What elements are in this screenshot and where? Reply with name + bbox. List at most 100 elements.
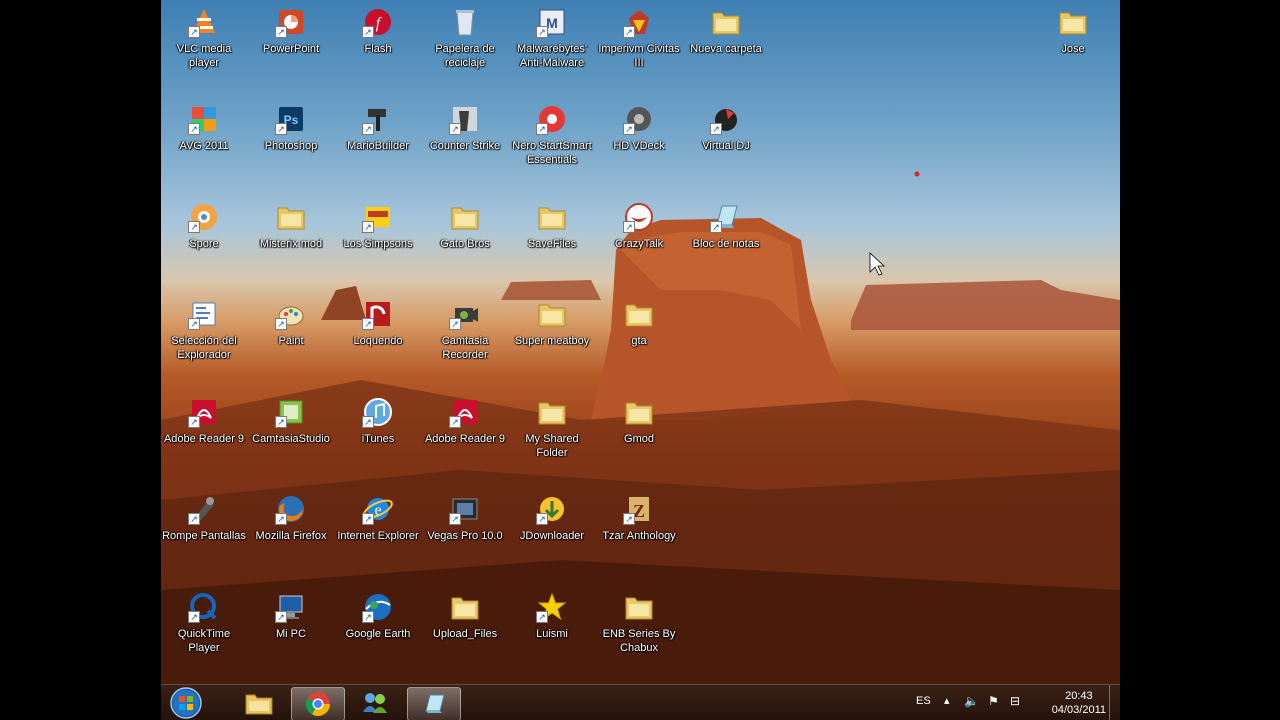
taskbar-chrome-button[interactable] xyxy=(291,687,345,720)
desktop-icon-camtasia-recorder[interactable]: ↗ Camtasia Recorder xyxy=(422,292,508,384)
desktop-icon-label: Internet Explorer xyxy=(337,530,419,542)
desktop-icon-label: PowerPoint xyxy=(262,43,320,55)
desktop-icon-nero-startsmart-essentials[interactable]: ↗ Nero StartSmart Essentials xyxy=(509,97,595,189)
shortcut-arrow-icon: ↗ xyxy=(362,318,374,330)
desktop-icon-adobe-reader-9[interactable]: ↗ Adobe Reader 9 xyxy=(422,390,508,482)
desktop-icon-savefiles[interactable]: SaveFiles xyxy=(509,195,595,287)
shortcut-arrow-icon: ↗ xyxy=(275,513,287,525)
camtasia-recorder-icon: ↗ xyxy=(449,298,481,330)
desktop-icon-selecci-n-del-explorador[interactable]: ↗ Selección del Explorador xyxy=(161,292,247,384)
language-indicator[interactable]: ES xyxy=(916,695,931,707)
shortcut-arrow-icon: ↗ xyxy=(188,416,200,428)
desktop-icon-misterix-mod[interactable]: Misterix mod xyxy=(248,195,334,287)
adobe-reader-icon: ↗ xyxy=(449,396,481,428)
taskbar-messenger-button[interactable] xyxy=(349,687,401,719)
desktop-icon-gta[interactable]: gta xyxy=(596,292,682,384)
network-icon[interactable]: ⊟ xyxy=(1010,694,1020,708)
desktop-icon-nueva-carpeta[interactable]: Nueva carpeta xyxy=(683,0,769,92)
desktop-icon-imperivm-civitas-iii[interactable]: ↗ Imperivm Civitas III xyxy=(596,0,682,92)
shortcut-arrow-icon: ↗ xyxy=(362,221,374,233)
vlc-icon: ↗ xyxy=(188,6,220,38)
desktop-icon-camtasiastudio[interactable]: ↗ CamtasiaStudio xyxy=(248,390,334,482)
desktop-icon-internet-explorer[interactable]: e ↗ Internet Explorer xyxy=(335,487,421,579)
jdownloader-icon: ↗ xyxy=(536,493,568,525)
desktop-icon-rompe-pantallas[interactable]: ↗ Rompe Pantallas xyxy=(161,487,247,579)
shortcut-arrow-icon: ↗ xyxy=(362,611,374,623)
folder-icon xyxy=(275,201,307,233)
desktop-icon-paint[interactable]: ↗ Paint xyxy=(248,292,334,384)
desktop-icon-label: Spore xyxy=(189,238,219,250)
desktop-icon-papelera-de-reciclaje[interactable]: Papelera de reciclaje xyxy=(422,0,508,92)
desktop-icon-crazytalk[interactable]: ↗ CrazyTalk xyxy=(596,195,682,287)
desktop-icon-label: VLC media player xyxy=(176,43,232,69)
clock[interactable]: 20:43 04/03/2011 xyxy=(1052,689,1106,717)
windows-logo-icon xyxy=(170,687,202,719)
desktop-icon-my-shared-folder[interactable]: My Shared Folder xyxy=(509,390,595,482)
desktop-icon-label: Counter Strike xyxy=(429,140,501,152)
shortcut-arrow-icon: ↗ xyxy=(710,123,722,135)
shortcut-arrow-icon: ↗ xyxy=(188,26,200,38)
desktop-icon-loquendo[interactable]: ↗ Loquendo xyxy=(335,292,421,384)
desktop-icon-mozilla-firefox[interactable]: ↗ Mozilla Firefox xyxy=(248,487,334,579)
desktop-icon-gato-bros[interactable]: Gato Bros xyxy=(422,195,508,287)
desktop-icon-mi-pc[interactable]: ↗ Mi PC xyxy=(248,585,334,677)
desktop-icon-virtual-dj[interactable]: ↗ Virtual DJ xyxy=(683,97,769,189)
desktop-icon-label: Flash xyxy=(364,43,392,55)
taskbar-notepad-button[interactable] xyxy=(407,687,461,720)
desktop-icon-itunes[interactable]: ↗ iTunes xyxy=(335,390,421,482)
shortcut-arrow-icon: ↗ xyxy=(188,513,200,525)
desktop-icon-label: My Shared Folder xyxy=(525,433,579,459)
show-hidden-icons-icon[interactable]: ▴ xyxy=(944,694,950,707)
shortcut-arrow-icon: ↗ xyxy=(536,513,548,525)
nero-icon: ↗ xyxy=(536,103,568,135)
taskbar-explorer-button[interactable] xyxy=(233,687,285,719)
volume-icon[interactable]: 🔈 xyxy=(964,694,979,708)
desktop-icon-flash[interactable]: f ↗ Flash xyxy=(335,0,421,92)
desktop-icon-photoshop[interactable]: Ps ↗ Photoshop xyxy=(248,97,334,189)
folder-icon xyxy=(536,201,568,233)
desktop-icon-vlc-media-player[interactable]: ↗ VLC media player xyxy=(161,0,247,92)
counter-strike-icon: ↗ xyxy=(449,103,481,135)
folder-icon xyxy=(1057,6,1089,38)
desktop-icon-jdownloader[interactable]: ↗ JDownloader xyxy=(509,487,595,579)
start-button[interactable] xyxy=(166,686,206,720)
desktop-icon-vegas-pro-10-0[interactable]: ↗ Vegas Pro 10.0 xyxy=(422,487,508,579)
desktop-icon-label: Gato Bros xyxy=(440,238,490,250)
quicktime-icon: ↗ xyxy=(188,591,220,623)
desktop-icon-google-earth[interactable]: ↗ Google Earth xyxy=(335,585,421,677)
desktop-icon-label: CamtasiaStudio xyxy=(252,433,330,445)
desktop-icon-quicktime-player[interactable]: ↗ QuickTime Player xyxy=(161,585,247,677)
desktop-icon-hd-vdeck[interactable]: ↗ HD VDeck xyxy=(596,97,682,189)
desktop-icon-label: Rompe Pantallas xyxy=(162,530,246,542)
tzar-icon: Z ↗ xyxy=(623,493,655,525)
show-desktop-button[interactable] xyxy=(1109,685,1120,720)
desktop-icon-upload-files[interactable]: Upload_Files xyxy=(422,585,508,677)
shortcut-arrow-icon: ↗ xyxy=(449,513,461,525)
desktop-icon-label: Bloc de notas xyxy=(692,238,760,250)
desktop-icon-label: SaveFiles xyxy=(527,238,577,250)
imperivm-icon: ↗ xyxy=(623,6,655,38)
shortcut-arrow-icon: ↗ xyxy=(275,611,287,623)
desktop-icon-bloc-de-notas[interactable]: ↗ Bloc de notas xyxy=(683,195,769,287)
desktop-icon-enb-series-by-chabux[interactable]: ENB Series By Chabux xyxy=(596,585,682,677)
desktop-icon-luismi[interactable]: ↗ Luismi xyxy=(509,585,595,677)
desktop-icon-adobe-reader-9[interactable]: ↗ Adobe Reader 9 xyxy=(161,390,247,482)
desktop-icon-los-simpsons[interactable]: ↗ Los Simpsons xyxy=(335,195,421,287)
action-center-flag-icon[interactable]: ⚑ xyxy=(988,694,999,708)
flash-icon: f ↗ xyxy=(362,6,394,38)
desktop-icon-powerpoint[interactable]: ↗ PowerPoint xyxy=(248,0,334,92)
desktop-icon-super-meatboy[interactable]: Super meatboy xyxy=(509,292,595,384)
desktop-icon-spore[interactable]: ↗ Spore xyxy=(161,195,247,287)
desktop-icon-counter-strike[interactable]: ↗ Counter Strike xyxy=(422,97,508,189)
virtual-dj-icon: ↗ xyxy=(710,103,742,135)
desktop-icon-gmod[interactable]: Gmod xyxy=(596,390,682,482)
desktop-icon-mariobuilder[interactable]: ↗ MarioBuilder xyxy=(335,97,421,189)
desktop-icon-label: Adobe Reader 9 xyxy=(163,433,245,445)
desktop-icon-malwarebytes-anti-malware[interactable]: M ↗ Malwarebytes' Anti-Malware xyxy=(509,0,595,92)
desktop-icon-avg-2011[interactable]: ↗ AVG 2011 xyxy=(161,97,247,189)
desktop-icon-label: QuickTime Player xyxy=(177,628,231,654)
desktop-icon-label: Luismi xyxy=(536,628,568,640)
desktop-icon-tzar-anthology[interactable]: Z ↗ Tzar Anthology xyxy=(596,487,682,579)
desktop-icon-jose[interactable]: Jose xyxy=(1030,0,1116,92)
desktop-icon-label: Upload_Files xyxy=(432,628,498,640)
